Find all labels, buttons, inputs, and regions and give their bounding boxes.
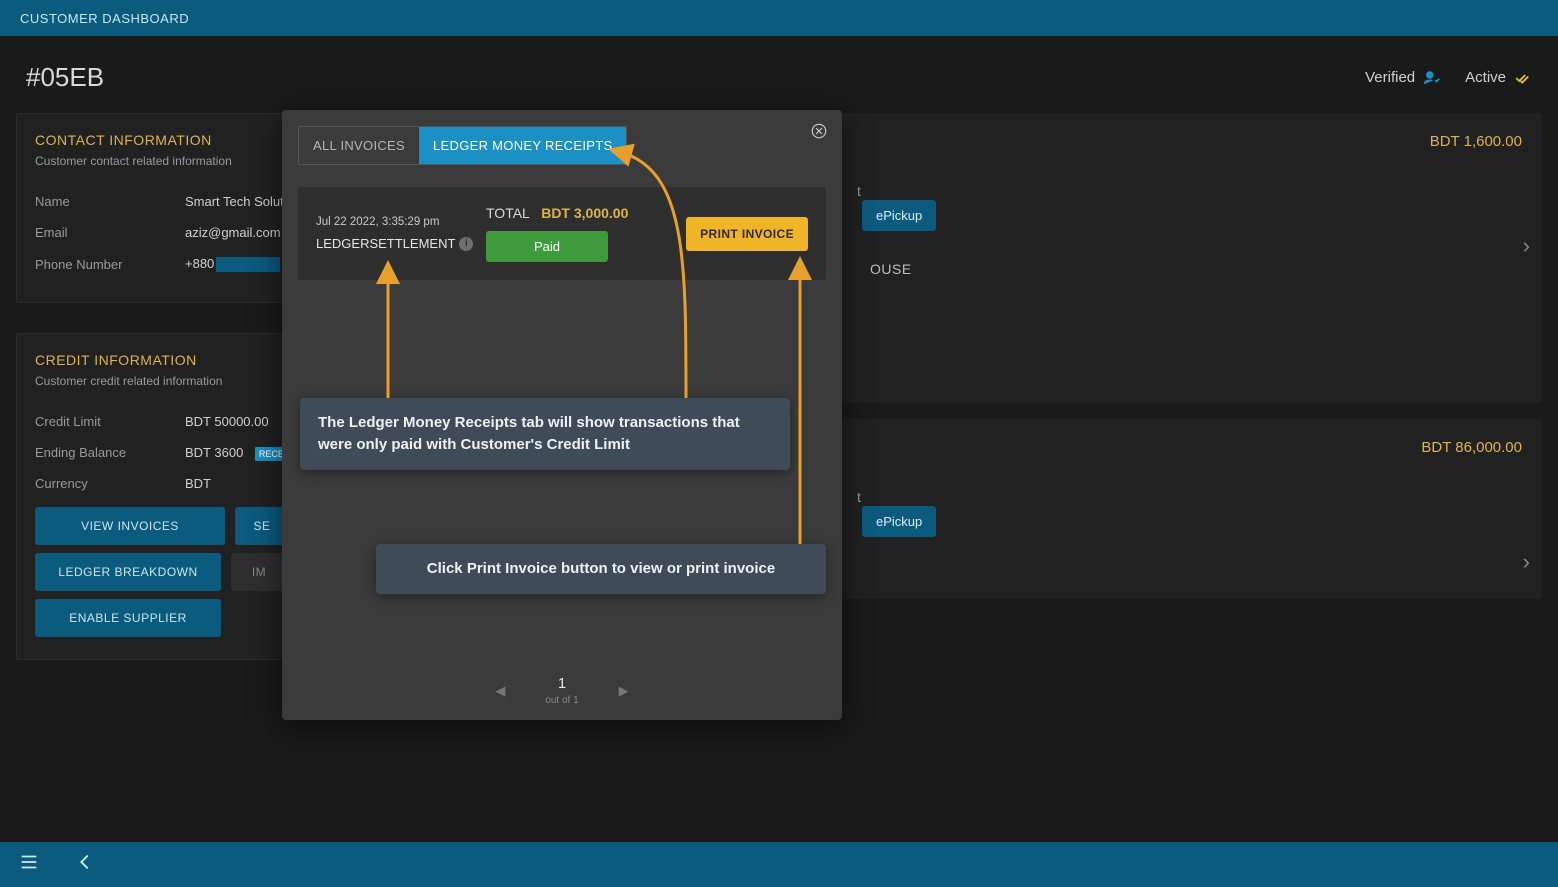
annotation-callout: Click Print Invoice button to view or pr… <box>376 544 826 594</box>
page-prev-icon[interactable]: ◀ <box>495 683 505 699</box>
menu-icon[interactable] <box>18 851 40 878</box>
pickup-pill: ePickup <box>862 506 936 537</box>
order-amount: BDT 1,600.00 <box>1430 133 1522 150</box>
import-button[interactable]: IM <box>231 553 287 591</box>
chevron-right-icon[interactable]: › <box>1523 549 1530 575</box>
back-icon[interactable] <box>74 851 96 878</box>
close-icon[interactable] <box>810 122 828 140</box>
bottom-bar <box>0 842 1558 887</box>
currency-label: Currency <box>35 476 185 491</box>
ending-balance-label: Ending Balance <box>35 445 185 460</box>
modal-tabs: ALL INVOICES LEDGER MONEY RECEIPTS <box>298 126 627 165</box>
ledger-breakdown-button[interactable]: LEDGER BREAKDOWN <box>35 553 221 591</box>
customer-header: #05EB Verified Active <box>16 36 1542 113</box>
warehouse-label: OUSE <box>870 261 1522 277</box>
verified-status: Verified <box>1365 69 1441 87</box>
page-number: 1 <box>545 676 578 693</box>
settle-button[interactable]: SE <box>235 507 289 545</box>
name-label: Name <box>35 194 185 209</box>
tab-ledger-receipts[interactable]: LEDGER MONEY RECEIPTS <box>419 127 626 164</box>
info-icon[interactable]: i <box>459 237 473 251</box>
page-outof: out of 1 <box>545 695 578 706</box>
credit-limit-value: BDT 50000.00 <box>185 414 269 429</box>
receipt-total: TOTAL BDT 3,000.00 <box>486 205 676 221</box>
receipt-type: LEDGERSETTLEMENT i <box>316 236 476 251</box>
receipt-row: Jul 22 2022, 3:35:29 pm LEDGERSETTLEMENT… <box>298 187 826 280</box>
chevron-right-icon[interactable]: › <box>1523 233 1530 259</box>
modal-pager: ◀ 1 out of 1 ▶ <box>282 676 842 706</box>
receipt-date: Jul 22 2022, 3:35:29 pm <box>316 216 476 228</box>
phone-redacted <box>216 257 280 272</box>
double-check-icon <box>1514 69 1532 87</box>
email-value: aziz@gmail.com <box>185 225 281 240</box>
top-bar: CUSTOMER DASHBOARD <box>0 0 1558 36</box>
tab-all-invoices[interactable]: ALL INVOICES <box>299 127 419 164</box>
email-label: Email <box>35 225 185 240</box>
status-group: Verified Active <box>1365 69 1532 87</box>
print-invoice-button[interactable]: PRINT INVOICE <box>686 217 808 251</box>
phone-value: +880 <box>185 256 280 272</box>
order-amount: BDT 86,000.00 <box>1421 439 1522 456</box>
enable-supplier-button[interactable]: ENABLE SUPPLIER <box>35 599 221 637</box>
pickup-pill: ePickup <box>862 200 936 231</box>
currency-value: BDT <box>185 476 211 491</box>
user-check-icon <box>1423 69 1441 87</box>
paid-badge: Paid <box>486 231 608 262</box>
phone-label: Phone Number <box>35 257 185 272</box>
annotation-callout: The Ledger Money Receipts tab will show … <box>300 398 790 470</box>
active-status: Active <box>1465 69 1532 87</box>
page-title: CUSTOMER DASHBOARD <box>20 11 189 26</box>
credit-limit-label: Credit Limit <box>35 414 185 429</box>
page-next-icon[interactable]: ▶ <box>619 683 629 699</box>
customer-id: #05EB <box>26 62 104 93</box>
view-invoices-button[interactable]: VIEW INVOICES <box>35 507 225 545</box>
